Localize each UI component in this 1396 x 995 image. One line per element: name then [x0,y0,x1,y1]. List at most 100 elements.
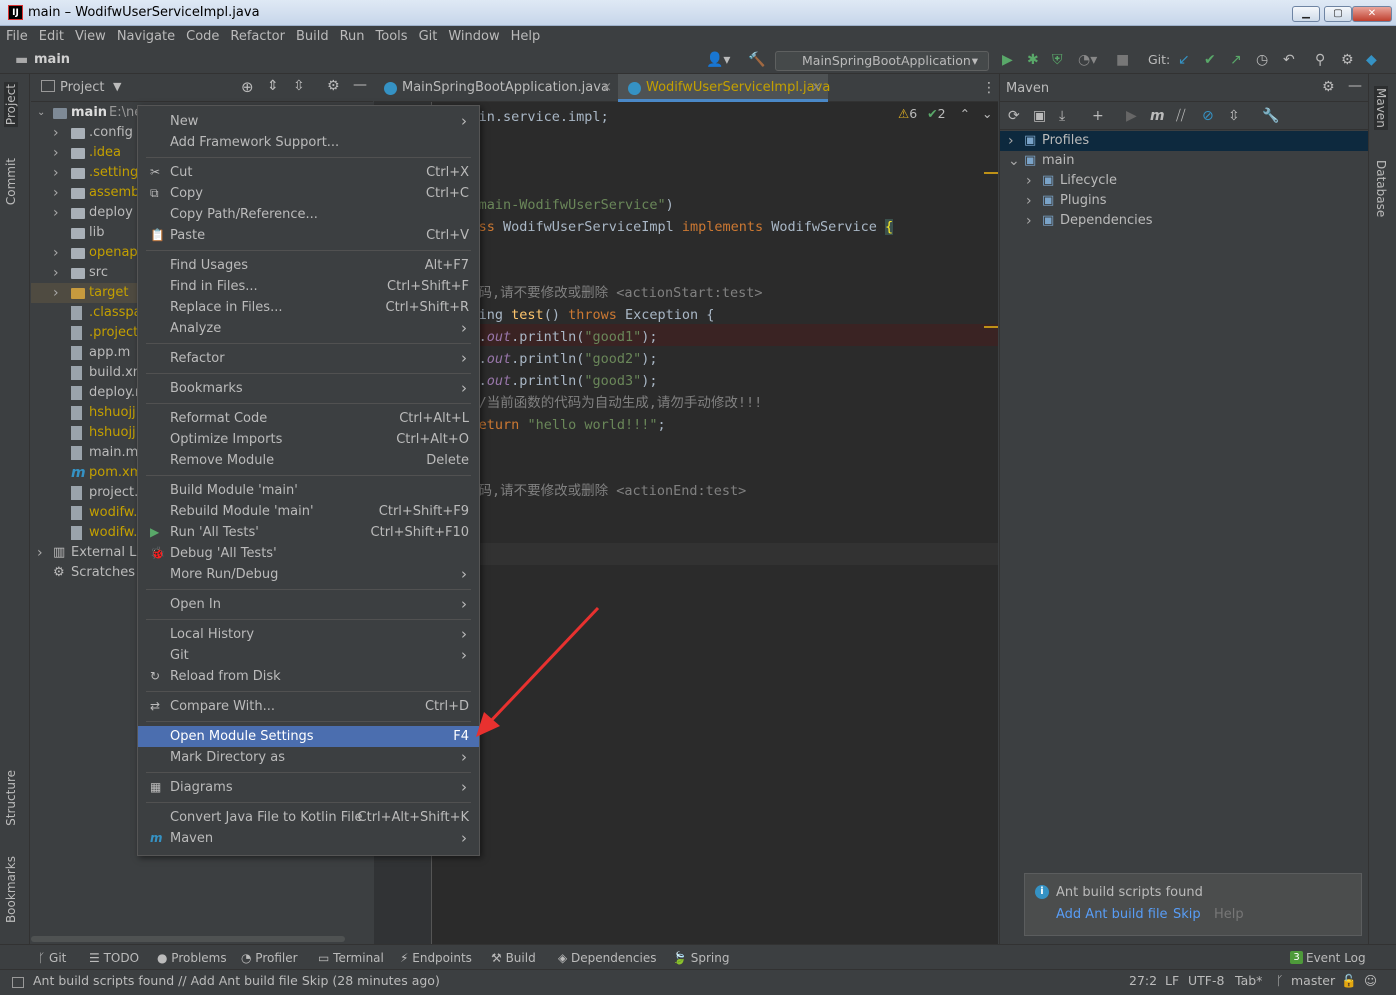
chevron-right-icon[interactable]: › [1026,211,1032,231]
maven-tree-item[interactable]: › ▣ Profiles [1000,131,1368,151]
ide-plugin-icon[interactable]: ◆ [1366,52,1377,68]
menu-item-open-in[interactable]: Open In › [138,594,479,615]
chevron-right-icon[interactable]: › [1026,171,1032,191]
menu-item-maven[interactable]: m Maven › [138,828,479,849]
expand-all-icon[interactable]: ⇕ [267,78,279,94]
run-icon[interactable]: ▶ [1002,52,1013,68]
menu-item-new[interactable]: New › [138,111,479,132]
line-separator[interactable]: LF [1165,973,1179,988]
editor-tab[interactable]: MainSpringBootApplication.java × [374,74,618,102]
database-tool-tab[interactable]: Database [1374,160,1388,217]
chevron-right-icon[interactable]: › [53,123,59,143]
close-tab-icon[interactable]: × [601,74,612,102]
collapse-all-icon[interactable]: ⇳ [1228,108,1240,124]
menu-item-cut[interactable]: ✂ Cut Ctrl+X [138,162,479,183]
search-icon[interactable]: ⚲ [1315,52,1325,68]
menu-item-mark-directory-as[interactable]: Mark Directory as › [138,747,479,768]
commit-tool-tab[interactable]: Commit [4,158,18,205]
menu-item-copy[interactable]: ⧉ Copy Ctrl+C [138,183,479,204]
hide-panel-icon[interactable]: — [1348,78,1362,94]
caret-position[interactable]: 27:2 [1129,973,1157,988]
horizontal-scrollbar[interactable] [31,936,345,942]
tool-problems-button[interactable]: ● Problems [157,951,227,965]
next-highlight-icon[interactable]: ⌄ [982,106,992,121]
menu-help[interactable]: Help [505,26,546,44]
menu-item-local-history[interactable]: Local History › [138,624,479,645]
status-toggle-icon[interactable] [12,977,24,988]
settings-gear-icon[interactable]: ⚙ [1341,52,1354,68]
menu-git[interactable]: Git [413,26,443,44]
menu-item-find-usages[interactable]: Find Usages Alt+F7 [138,255,479,276]
chevron-right-icon[interactable]: › [1026,191,1032,211]
chevron-down-icon[interactable]: ⌄ [37,103,45,123]
chevron-right-icon[interactable]: › [53,263,59,283]
menu-tools[interactable]: Tools [370,26,413,44]
menu-item-copy-path-reference[interactable]: Copy Path/Reference... [138,204,479,225]
maven-goal-icon[interactable]: m [1150,108,1165,124]
menu-refactor[interactable]: Refactor [224,26,290,44]
chevron-right-icon[interactable]: › [37,543,43,563]
chevron-down-icon[interactable]: ▼ [113,80,121,93]
tool-profiler-button[interactable]: ◔ Profiler [241,951,298,965]
chevron-right-icon[interactable]: › [53,203,59,223]
breadcrumb-project[interactable]: main [34,52,70,67]
download-icon[interactable]: ⤓ [1059,108,1065,124]
menu-item-more-run-debug[interactable]: More Run/Debug › [138,564,479,585]
status-message[interactable]: Ant build scripts found // Add Ant build… [33,973,440,988]
profiler-icon[interactable]: ◔▾ [1078,52,1097,68]
inspector-icon[interactable]: ☺ [1364,973,1377,988]
chevron-down-icon[interactable]: ⌄ [1008,151,1020,171]
menu-navigate[interactable]: Navigate [111,26,180,44]
menu-file[interactable]: File [0,26,33,44]
run-icon[interactable]: ▶ [1126,108,1137,124]
menu-item-diagrams[interactable]: ▦ Diagrams › [138,777,479,798]
menu-item-paste[interactable]: 📋 Paste Ctrl+V [138,225,479,246]
menu-item-remove-module[interactable]: Remove Module Delete [138,450,479,471]
chevron-right-icon[interactable]: › [53,163,59,183]
gear-icon[interactable]: ⚙ [327,78,340,94]
add-folder-icon[interactable]: ▣ [1033,108,1046,124]
menu-item-find-in-files[interactable]: Find in Files... Ctrl+Shift+F [138,276,479,297]
project-tool-tab[interactable]: Project [4,82,18,128]
tool-build-button[interactable]: ⚒ Build [491,951,536,965]
menu-view[interactable]: View [69,26,111,44]
help-link[interactable]: Help [1214,907,1244,922]
git-push-icon[interactable]: ↗ [1230,52,1242,68]
project-view-select[interactable]: Project [60,80,104,95]
git-branch[interactable]: master [1291,973,1335,988]
inspection-widget[interactable]: ⚠6 ✔2 ⌃ ⌄ [898,106,993,121]
run-configuration-select[interactable]: MainSpringBootApplication ▾ [775,51,989,71]
tool-spring-button[interactable]: 🍃 Spring [672,951,730,965]
menu-item-rebuild-module-main[interactable]: Rebuild Module 'main' Ctrl+Shift+F9 [138,501,479,522]
maven-tree-item[interactable]: › ▣ Plugins [1000,191,1368,211]
menu-item-add-framework-support[interactable]: Add Framework Support... [138,132,479,153]
wrench-icon[interactable]: 🔧 [1262,108,1279,124]
indent-setting[interactable]: Tab* [1235,973,1262,988]
menu-item-reload-from-disk[interactable]: ↻ Reload from Disk [138,666,479,687]
user-icon[interactable]: 👤▾ [706,52,730,68]
skip-tests-icon[interactable]: ⊘ [1202,108,1214,124]
close-button[interactable]: ✕ [1352,6,1392,22]
menu-item-replace-in-files[interactable]: Replace in Files... Ctrl+Shift+R [138,297,479,318]
chevron-right-icon[interactable]: › [53,283,59,303]
add-icon[interactable]: + [1092,108,1104,124]
menu-item-reformat-code[interactable]: Reformat Code Ctrl+Alt+L [138,408,479,429]
file-encoding[interactable]: UTF-8 [1188,973,1224,988]
menu-item-analyze[interactable]: Analyze › [138,318,479,339]
collapse-all-icon[interactable]: ⇳ [293,78,305,94]
menu-item-build-module-main[interactable]: Build Module 'main' [138,480,479,501]
maven-tree-item[interactable]: › ▣ Lifecycle [1000,171,1368,191]
error-stripe-mark[interactable] [984,326,998,328]
tab-menu-icon[interactable]: ⋮ [982,80,996,96]
chevron-right-icon[interactable]: › [53,183,59,203]
minimize-button[interactable]: ▁ [1292,6,1320,22]
chevron-right-icon[interactable]: › [53,243,59,263]
git-commit-icon[interactable]: ✔ [1204,52,1216,68]
maven-tree-item[interactable]: ⌄ ▣ main [1000,151,1368,171]
lock-icon[interactable]: 🔓 [1341,973,1357,989]
add-ant-build-file-link[interactable]: Add Ant build file [1056,907,1168,922]
tool-dependencies-button[interactable]: ◈ Dependencies [558,951,656,965]
hide-panel-icon[interactable]: — [353,77,367,93]
menu-run[interactable]: Run [334,26,370,44]
toggle-offline-icon[interactable]: ⧸⧸ [1176,108,1186,124]
